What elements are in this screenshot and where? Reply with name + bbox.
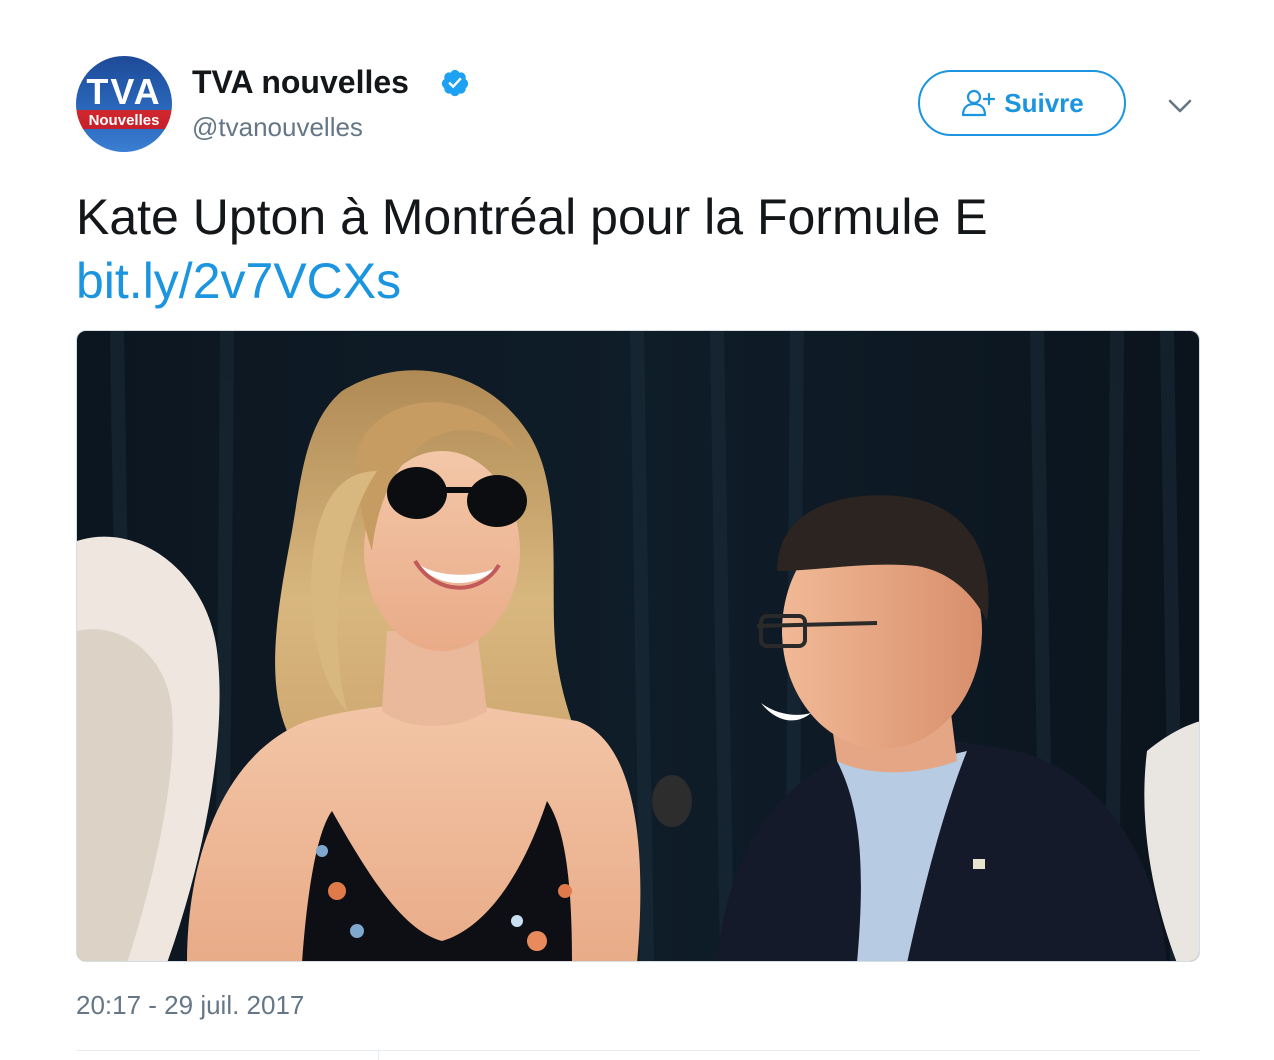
avatar-logo-subtext: Nouvelles <box>88 112 160 129</box>
chevron-down-icon[interactable] <box>1164 92 1196 120</box>
tweet-text: Kate Upton à Montréal pour la Formule E <box>76 189 988 245</box>
tweet-link[interactable]: bit.ly/2v7VCXs <box>76 250 401 312</box>
photo-scene <box>77 331 1199 961</box>
author-avatar[interactable]: TVA Nouvelles <box>76 56 172 152</box>
tweet-card: TVA Nouvelles TVA nouvelles @tvanouvelle… <box>0 0 1274 1060</box>
follow-button-label: Suivre <box>1004 88 1084 118</box>
footer-divider-vertical <box>378 1050 379 1060</box>
author-display-name[interactable]: TVA nouvelles <box>192 62 409 102</box>
add-user-icon <box>962 89 996 117</box>
footer-divider <box>76 1050 1200 1051</box>
verified-badge-icon <box>441 69 469 97</box>
follow-button[interactable]: Suivre <box>918 70 1126 136</box>
avatar-logo-text: TVA <box>86 71 162 112</box>
tweet-photo[interactable] <box>76 330 1200 962</box>
tweet-timestamp[interactable]: 20:17 - 29 juil. 2017 <box>76 988 304 1022</box>
author-handle[interactable]: @tvanouvelles <box>192 110 363 144</box>
